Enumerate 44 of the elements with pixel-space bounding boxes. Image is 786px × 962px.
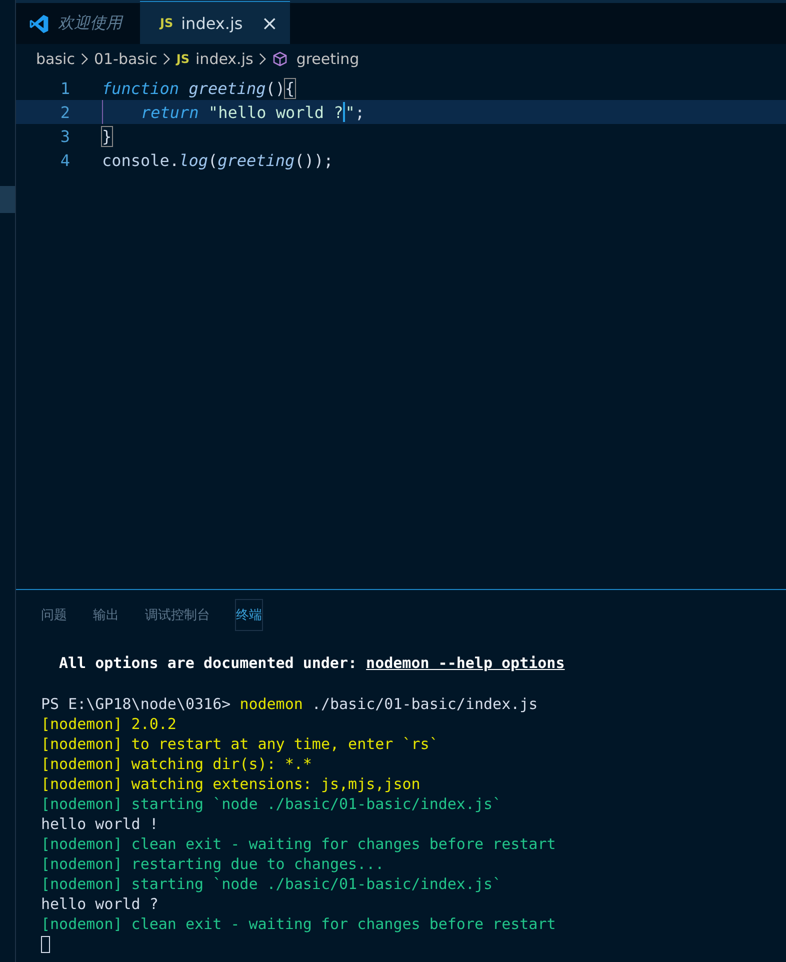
code-line: } (102, 126, 112, 148)
line-number: 1 (59, 78, 71, 98)
close-icon[interactable]: × (261, 11, 278, 35)
terminal-text: [nodemon] to restart at any time, enter `rs` (41, 735, 438, 753)
selection-highlight (0, 186, 15, 213)
cube-icon (272, 51, 288, 67)
terminal-text: [nodemon] 2.0.2 (41, 715, 176, 733)
terminal-text: ./basic/01-basic/index.js (310, 695, 538, 713)
chevron-icon (162, 52, 172, 66)
terminal-text: PS E:\GP18\node\0316> (41, 695, 232, 713)
panel-tab[interactable]: 问题 (40, 599, 68, 631)
panel-tab[interactable]: 输出 (92, 599, 120, 631)
breadcrumb-item[interactable]: basic (36, 49, 75, 69)
js-file-icon: JS (160, 16, 174, 30)
chevron-icon (258, 52, 268, 66)
terminal-text: [nodemon] watching dir(s): *.* (41, 755, 312, 773)
breadcrumb-item[interactable]: index.js (196, 49, 254, 69)
terminal-text: [nodemon] starting `node ./basic/01-basic/index.js` (41, 875, 502, 893)
code-editor-logo-icon (28, 12, 50, 34)
terminal-cursor (41, 936, 50, 954)
code-line: return "hello world ?"; (102, 100, 365, 124)
code-line: function greeting(){ (102, 78, 295, 100)
terminal-text: nodemon (240, 695, 303, 713)
editor-tab[interactable]: 欢迎使用 (16, 3, 140, 44)
panel-tab[interactable]: 调试控制台 (144, 599, 211, 631)
line-number: 4 (59, 150, 71, 170)
terminal-text: [nodemon] watching extensions: js,mjs,json (41, 775, 420, 793)
code-line: console.log(greeting()); (102, 150, 334, 172)
notice-text: All options are documented under: (59, 654, 358, 672)
terminal-text: hello world ? (41, 895, 158, 913)
panel-tab[interactable]: 终端 (235, 599, 263, 631)
breadcrumb-item[interactable]: 01-basic (94, 49, 158, 69)
help-command-link[interactable]: nodemon --help options (366, 654, 565, 672)
editor-tab[interactable]: JS index.js × (140, 1, 290, 44)
terminal-text: [nodemon] clean exit - waiting for changes before restart (41, 835, 556, 853)
terminal-text: hello world ! (41, 815, 158, 833)
terminal-text: [nodemon] starting `node ./basic/01-basic/index.js` (41, 795, 502, 813)
breadcrumb-item[interactable]: greeting (296, 49, 360, 69)
js-file-icon: JS (176, 52, 190, 66)
line-number: 2 (59, 102, 71, 122)
line-number: 3 (59, 126, 71, 146)
terminal-text: [nodemon] clean exit - waiting for changes before restart (41, 915, 556, 933)
terminal-text: [nodemon] restarting due to changes... (41, 855, 384, 873)
chevron-icon (80, 52, 89, 66)
